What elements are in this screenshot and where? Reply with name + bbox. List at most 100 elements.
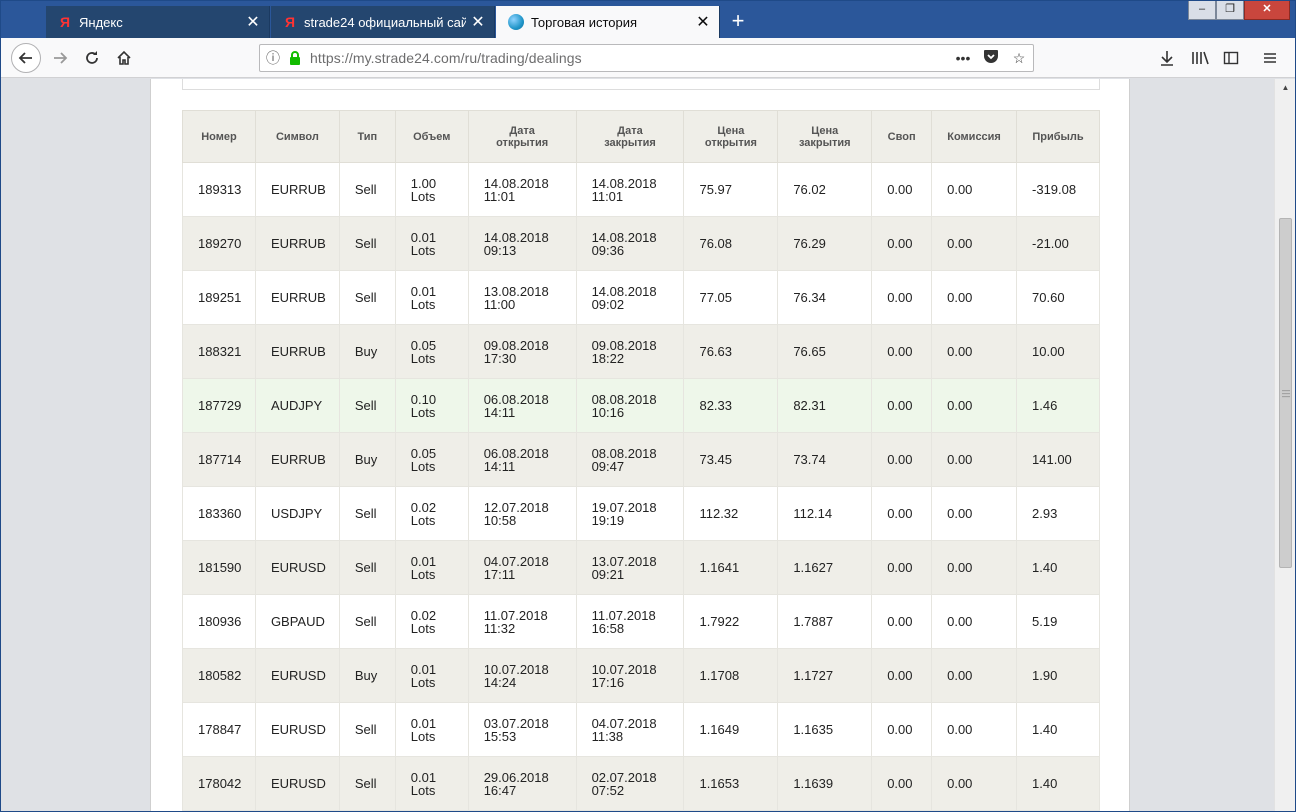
menu-button[interactable] (1255, 43, 1285, 73)
address-bar[interactable]: ⓘ https://my.strade24.com/ru/trading/dea… (259, 44, 1034, 72)
reload-button[interactable] (77, 43, 107, 73)
table-row[interactable]: 189270 EURRUB Sell 0.01 Lots 14.08.2018 09:13 1… (182, 216, 1100, 271)
open-date-open-time-text: 09:13 (483, 242, 517, 258)
pocket-icon[interactable] (977, 49, 1005, 67)
window-close-button[interactable]: ✕ (1244, 0, 1290, 20)
open-price-cell: 1.7922 (683, 594, 779, 649)
table-row[interactable]: 180936 GBPAUD Sell 0.02 Lots 11.07.2018 11:32 1… (182, 594, 1100, 649)
header-symbol[interactable]: Символ (254, 110, 340, 163)
scrollbar-thumb[interactable]: — — — (1279, 218, 1292, 568)
close-date-close-time-text: 07:52 (591, 782, 625, 798)
symbol-symbol-text: AUDJPY (270, 398, 323, 413)
header-profit[interactable]: Прибыль (1016, 110, 1100, 163)
open-date-cell: 09.08.2018 17:30 (467, 324, 577, 379)
commission-cell: 0.00 (931, 378, 1018, 433)
volume-unit-text: Lots (410, 620, 436, 636)
table-row[interactable]: 187714 EURRUB Buy 0.05 Lots 06.08.2018 14:11 08… (182, 432, 1100, 487)
tab-strade24-site[interactable]: Я strade24 официальный сайт в ✕ (271, 6, 495, 38)
table-row[interactable]: 188321 EURRUB Buy 0.05 Lots 09.08.2018 17:30 09… (182, 324, 1100, 379)
close-date-close-time-text: 16:58 (591, 620, 625, 636)
deal-number-id-text: 183360 (198, 506, 242, 521)
close-price-cell: 1.1627 (777, 540, 873, 595)
close-icon[interactable]: ✕ (691, 12, 715, 32)
library-button[interactable] (1185, 43, 1215, 73)
header-number[interactable]: Номер (182, 110, 256, 163)
table-row[interactable]: 187729 AUDJPY Sell 0.10 Lots 06.08.2018 14:11 0… (182, 378, 1100, 433)
open-date-open-time-text: 14:11 (483, 458, 516, 474)
volume-cell: 0.01 Lots (394, 216, 469, 271)
sidebar-button[interactable] (1216, 43, 1246, 73)
close-date-close-time-text: 09:47 (591, 458, 625, 474)
new-tab-button[interactable]: + (724, 8, 752, 36)
swap-swap-text: 0.00 (887, 398, 913, 413)
open-price-open-price-text: 1.1708 (699, 668, 740, 683)
type-cell: Sell (338, 162, 396, 217)
header-close-date[interactable]: Дата закрытия (575, 110, 685, 163)
table-row[interactable]: 180582 EURUSD Buy 0.01 Lots 10.07.2018 14:24 10… (182, 648, 1100, 703)
close-price-close-price-text: 73.74 (793, 452, 826, 467)
open-date-cell: 14.08.2018 11:01 (467, 162, 577, 217)
close-price-close-price-text: 82.31 (793, 398, 826, 413)
commission-cell: 0.00 (931, 648, 1018, 703)
tab-yandex[interactable]: Я Яндекс ✕ (46, 6, 270, 38)
download-button[interactable] (1152, 43, 1182, 73)
vertical-scrollbar[interactable]: ▲ — — — (1274, 79, 1296, 812)
close-price-close-price-text: 76.34 (793, 290, 826, 305)
table-row[interactable]: 181590 EURUSD Sell 0.01 Lots 04.07.2018 17:11 1… (182, 540, 1100, 595)
header-commission[interactable]: Комиссия (931, 110, 1018, 163)
header-open-price[interactable]: Цена открытия (683, 110, 779, 163)
symbol-symbol-text: EURRUB (270, 182, 326, 197)
minimize-button[interactable]: – (1188, 0, 1216, 20)
forward-button[interactable] (45, 43, 75, 73)
header-close-price[interactable]: Цена закрытия (777, 110, 873, 163)
type-cell: Sell (338, 270, 396, 325)
symbol-symbol-text: EURRUB (270, 290, 326, 305)
page-actions-icon[interactable]: ••• (949, 50, 977, 66)
back-button[interactable] (11, 43, 41, 73)
volume-cell: 0.05 Lots (394, 432, 469, 487)
symbol-symbol-text: EURUSD (270, 560, 326, 575)
header-type[interactable]: Тип (338, 110, 396, 163)
swap-swap-text: 0.00 (887, 668, 913, 683)
open-date-cell: 06.08.2018 14:11 (467, 378, 577, 433)
scroll-up-arrow-icon[interactable]: ▲ (1275, 83, 1296, 92)
swap-swap-text: 0.00 (887, 290, 913, 305)
home-button[interactable] (109, 43, 139, 73)
home-icon (117, 50, 131, 65)
info-icon[interactable]: ⓘ (260, 48, 286, 68)
volume-cell: 0.02 Lots (394, 594, 469, 649)
table-row[interactable]: 183360 USDJPY Sell 0.02 Lots 12.07.2018 10:58 1… (182, 486, 1100, 541)
star-icon[interactable]: ☆ (1005, 50, 1033, 67)
url-text[interactable]: https://my.strade24.com/ru/trading/deali… (304, 50, 949, 66)
open-date-open-time-text: 14:24 (483, 674, 517, 690)
close-price-cell: 76.65 (777, 324, 873, 379)
open-price-cell: 77.05 (683, 270, 779, 325)
open-date-open-time-text: 11:00 (483, 296, 516, 312)
table-row[interactable]: 189251 EURRUB Sell 0.01 Lots 13.08.2018 11:00 1… (182, 270, 1100, 325)
swap-cell: 0.00 (871, 432, 933, 487)
close-price-cell: 76.02 (777, 162, 873, 217)
header-volume[interactable]: Объем (394, 110, 469, 163)
header-swap[interactable]: Своп (871, 110, 933, 163)
tab-trading-history[interactable]: Торговая история ✕ (496, 6, 720, 38)
url-path: /ru/trading/dealings (460, 50, 582, 66)
table-row[interactable]: 178042 EURUSD Sell 0.01 Lots 29.06.2018 16:47 0… (182, 756, 1100, 811)
maximize-button[interactable]: ❐ (1216, 0, 1244, 20)
lock-icon[interactable] (286, 51, 304, 65)
table-row[interactable]: 189313 EURRUB Sell 1.00 Lots 14.08.2018 11:01 1… (182, 162, 1100, 217)
close-date-cell: 09.08.2018 18:22 (575, 324, 685, 379)
swap-cell: 0.00 (871, 756, 933, 811)
deal-number-id-text: 178847 (198, 722, 242, 737)
close-price-close-price-text: 1.7887 (793, 614, 834, 629)
header-open-date[interactable]: Дата открытия (467, 110, 577, 163)
deal-number-cell: 180936 (182, 594, 256, 649)
open-date-open-time-text: 15:53 (483, 728, 517, 744)
close-icon[interactable]: ✕ (466, 12, 490, 32)
swap-swap-text: 0.00 (887, 560, 913, 575)
profit-profit-text: 1.40 (1032, 776, 1058, 791)
deal-number-id-text: 187729 (198, 398, 242, 413)
open-price-open-price-text: 76.08 (699, 236, 733, 251)
type-type-text: Sell (354, 776, 377, 791)
table-row[interactable]: 178847 EURUSD Sell 0.01 Lots 03.07.2018 15:53 0… (182, 702, 1100, 757)
close-icon[interactable]: ✕ (241, 12, 265, 32)
